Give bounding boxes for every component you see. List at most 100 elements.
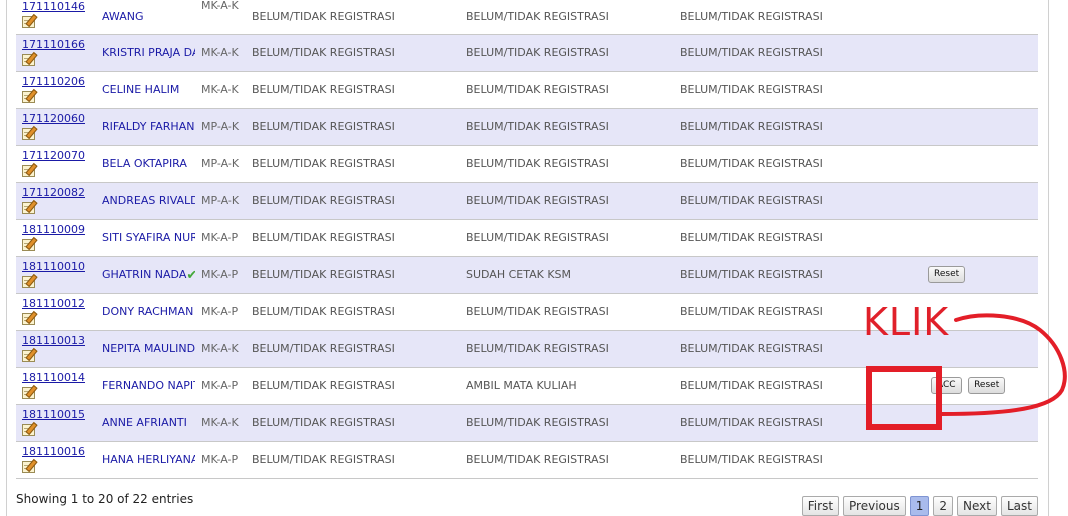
status-3: BELUM/TIDAK REGISTRASI xyxy=(674,182,888,220)
reset-button[interactable]: Reset xyxy=(928,266,966,283)
status-2: BELUM/TIDAK REGISTRASI xyxy=(460,441,674,479)
edit-icon[interactable] xyxy=(22,310,38,325)
nim-link[interactable]: 171110146 xyxy=(22,0,96,13)
program-code: MP-A-K xyxy=(195,182,246,220)
edit-icon[interactable] xyxy=(22,199,38,214)
program-code: MK-A-K xyxy=(195,71,246,109)
nim-cell: 171120082 xyxy=(16,182,96,220)
program-code: MK-A-P xyxy=(195,367,246,405)
action-cell xyxy=(888,219,1038,257)
program-code: MK-A-P xyxy=(195,219,246,257)
status-2: BELUM/TIDAK REGISTRASI xyxy=(460,71,674,109)
program-code: MP-A-K xyxy=(195,108,246,146)
status-2: BELUM/TIDAK REGISTRASI xyxy=(460,34,674,72)
nim-link[interactable]: 181110015 xyxy=(22,408,96,421)
status-3: BELUM/TIDAK REGISTRASI xyxy=(674,367,888,405)
edit-icon[interactable] xyxy=(22,384,38,399)
program-code: MK-A-P xyxy=(195,441,246,479)
status-2: SUDAH CETAK KSM xyxy=(460,256,674,294)
student-name: ANDREAS RIVALDY xyxy=(96,182,195,220)
student-name: AWANG xyxy=(96,0,195,35)
table-row: 171120060 RIFALDY FARHAN M MP-A-K BELUM/… xyxy=(16,108,1038,146)
student-name: GHATRIN NADA xyxy=(102,267,187,281)
status-1: BELUM/TIDAK REGISTRASI xyxy=(246,182,460,220)
last-page-button[interactable]: Last xyxy=(1001,496,1038,516)
student-name: DONY RACHMAN xyxy=(96,293,195,331)
status-2: BELUM/TIDAK REGISTRASI xyxy=(460,145,674,183)
page-1-button[interactable]: 1 xyxy=(909,496,930,516)
program-code: MK-A-P xyxy=(195,293,246,331)
student-name: BELA OKTAPIRA xyxy=(96,145,195,183)
program-code: MK-A-K xyxy=(195,404,246,442)
table-row: 181110010 GHATRIN NADA✔ MK-A-P BELUM/TID… xyxy=(16,256,1038,294)
program-code: MK-A-K xyxy=(195,0,246,35)
program-code: MP-A-K xyxy=(195,145,246,183)
nim-cell: 171110146 xyxy=(16,0,96,35)
nim-link[interactable]: 171110206 xyxy=(22,75,96,88)
nim-link[interactable]: 171110166 xyxy=(22,38,96,51)
edit-icon[interactable] xyxy=(22,421,38,436)
table-row: 181110016 HANA HERLIYANA MK-A-P BELUM/TI… xyxy=(16,441,1038,479)
status-3: BELUM/TIDAK REGISTRASI xyxy=(674,441,888,479)
table-row: 171120082 ANDREAS RIVALDY MP-A-K BELUM/T… xyxy=(16,182,1038,220)
student-name: NEPITA MAULINDA xyxy=(96,330,195,368)
nim-link[interactable]: 181110009 xyxy=(22,223,96,236)
entries-info: Showing 1 to 20 of 22 entries xyxy=(16,492,194,506)
edit-icon[interactable] xyxy=(22,236,38,251)
nim-link[interactable]: 181110016 xyxy=(22,445,96,458)
status-1: BELUM/TIDAK REGISTRASI xyxy=(246,330,460,368)
nim-cell: 181110009 xyxy=(16,219,96,257)
edit-icon[interactable] xyxy=(22,13,38,28)
status-3: BELUM/TIDAK REGISTRASI xyxy=(674,108,888,146)
edit-icon[interactable] xyxy=(22,125,38,140)
status-1: BELUM/TIDAK REGISTRASI xyxy=(246,34,460,72)
status-1: BELUM/TIDAK REGISTRASI xyxy=(246,219,460,257)
nim-link[interactable]: 171120070 xyxy=(22,149,96,162)
nim-link[interactable]: 181110014 xyxy=(22,371,96,384)
status-3: BELUM/TIDAK REGISTRASI xyxy=(674,404,888,442)
first-page-button[interactable]: First xyxy=(801,496,840,516)
status-3: BELUM/TIDAK REGISTRASI xyxy=(674,34,888,72)
nim-link[interactable]: 171120060 xyxy=(22,112,96,125)
status-2: BELUM/TIDAK REGISTRASI xyxy=(460,404,674,442)
nim-cell: 181110016 xyxy=(16,441,96,479)
edit-icon[interactable] xyxy=(22,458,38,473)
status-1: BELUM/TIDAK REGISTRASI xyxy=(246,145,460,183)
action-cell xyxy=(888,108,1038,146)
nim-link[interactable]: 181110012 xyxy=(22,297,96,310)
nim-cell: 171110166 xyxy=(16,34,96,72)
status-1: BELUM/TIDAK REGISTRASI xyxy=(246,0,460,35)
nim-cell: 181110012 xyxy=(16,293,96,331)
nim-cell: 181110010 xyxy=(16,256,96,294)
status-3: BELUM/TIDAK REGISTRASI xyxy=(674,330,888,368)
status-1: BELUM/TIDAK REGISTRASI xyxy=(246,367,460,405)
action-cell xyxy=(888,182,1038,220)
table-row: 171110206 CELINE HALIM MK-A-K BELUM/TIDA… xyxy=(16,71,1038,109)
status-2: BELUM/TIDAK REGISTRASI xyxy=(460,293,674,331)
action-cell xyxy=(888,145,1038,183)
edit-icon[interactable] xyxy=(22,273,38,288)
page-2-button[interactable]: 2 xyxy=(933,496,954,516)
previous-page-button[interactable]: Previous xyxy=(843,496,906,516)
status-3: BELUM/TIDAK REGISTRASI xyxy=(674,71,888,109)
status-2: BELUM/TIDAK REGISTRASI xyxy=(460,330,674,368)
action-cell xyxy=(888,441,1038,479)
edit-icon[interactable] xyxy=(22,162,38,177)
student-name: KRISTRI PRAJA DARMAWATI xyxy=(96,34,195,72)
edit-icon[interactable] xyxy=(22,347,38,362)
action-cell xyxy=(888,34,1038,72)
nim-cell: 171110206 xyxy=(16,71,96,109)
student-name: SITI SYAFIRA NURCAHYA xyxy=(96,219,195,257)
status-3: BELUM/TIDAK REGISTRASI xyxy=(674,219,888,257)
nim-link[interactable]: 181110013 xyxy=(22,334,96,347)
status-3: BELUM/TIDAK REGISTRASI xyxy=(674,256,888,294)
status-3: BELUM/TIDAK REGISTRASI xyxy=(674,145,888,183)
next-page-button[interactable]: Next xyxy=(957,496,997,516)
action-cell: Reset xyxy=(888,256,1038,294)
nim-link[interactable]: 171120082 xyxy=(22,186,96,199)
edit-icon[interactable] xyxy=(22,88,38,103)
table-row: 181110009 SITI SYAFIRA NURCAHYA MK-A-P B… xyxy=(16,219,1038,257)
status-2: BELUM/TIDAK REGISTRASI xyxy=(460,0,674,35)
edit-icon[interactable] xyxy=(22,51,38,66)
nim-link[interactable]: 181110010 xyxy=(22,260,96,273)
